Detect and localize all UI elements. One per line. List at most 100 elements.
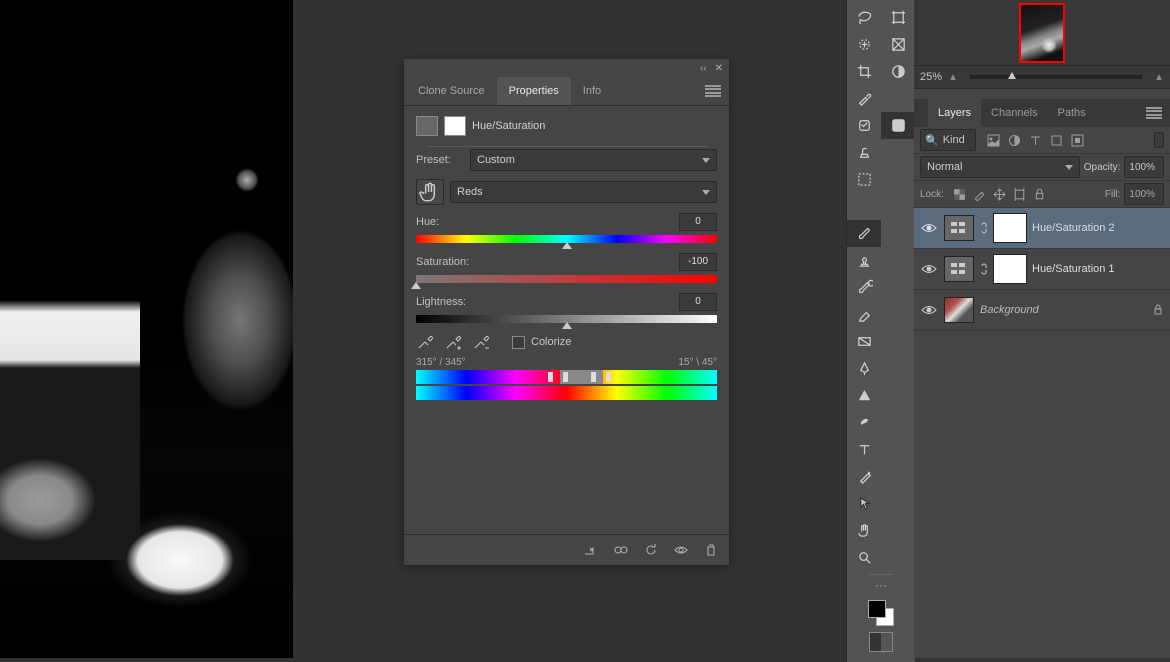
brush-tool[interactable] [847,220,881,247]
lock-transparency-icon[interactable] [952,187,967,202]
stamp-tool[interactable] [847,247,881,274]
lightness-value-input[interactable]: 0 [679,293,717,311]
clone-stamp-tool[interactable] [847,139,881,166]
marquee-tool[interactable] [847,166,881,193]
mask-icon[interactable] [444,116,466,136]
eyedropper-subtract[interactable] [472,333,490,351]
view-previous-icon[interactable] [613,542,629,558]
history-brush-tool[interactable] [847,274,881,301]
frame-tool[interactable] [881,31,915,58]
type-tool[interactable] [847,436,881,463]
tab-paths[interactable]: Paths [1048,99,1096,127]
channel-select[interactable]: Reds [450,181,717,203]
quick-mask-toggle[interactable] [869,632,893,652]
zoom-slider[interactable] [970,75,1142,79]
tab-channels[interactable]: Channels [981,99,1047,127]
toolbar-more[interactable]: ⋯ [875,578,888,594]
targeted-adjust-tool[interactable] [416,179,444,205]
hue-value-input[interactable]: 0 [679,213,717,231]
panel-menu-icon[interactable] [705,85,721,97]
saturation-slider-thumb[interactable] [411,282,421,289]
layer-row[interactable]: Background [914,290,1170,331]
visibility-toggle-icon[interactable] [920,260,938,278]
crop-tool[interactable] [847,58,881,85]
lightness-slider[interactable] [416,315,717,323]
eyedropper-add[interactable] [444,333,462,351]
layer-filter-kind[interactable]: 🔍 Kind [920,129,976,151]
adjustment-icon[interactable] [881,58,915,85]
lock-icon[interactable] [1152,304,1164,316]
navigator-panel[interactable] [914,0,1170,66]
pen-tool-alt[interactable] [847,463,881,490]
range-handle[interactable] [591,372,596,382]
tab-properties[interactable]: Properties [497,77,571,105]
color-range-bar[interactable] [416,370,717,384]
layer-filter-toggle[interactable] [1154,132,1164,148]
tab-layers[interactable]: Layers [928,99,981,127]
colorize-checkbox[interactable]: Colorize [512,336,571,349]
eraser-tool[interactable] [847,301,881,328]
layer-mask-thumb[interactable] [994,214,1026,242]
filter-shape-icon[interactable] [1049,133,1064,148]
collapsed-panel-icon[interactable] [881,112,915,139]
fill-input[interactable]: 100% [1124,183,1164,205]
zoom-tool[interactable] [847,544,881,571]
document-canvas[interactable] [0,0,293,658]
lasso-tool[interactable] [847,4,881,31]
opacity-input[interactable]: 100% [1124,156,1164,178]
hand-tool[interactable] [847,517,881,544]
saturation-slider[interactable] [416,275,717,283]
zoom-readout[interactable]: 25% [920,71,942,83]
hue-slider-thumb[interactable] [562,242,572,249]
smudge-tool[interactable] [847,409,881,436]
path-select-tool[interactable] [847,490,881,517]
zoom-slider-thumb[interactable] [1008,72,1016,79]
range-handle[interactable] [606,372,611,382]
link-mask-icon[interactable] [980,221,988,235]
clip-to-layer-icon[interactable] [583,542,599,558]
layer-row[interactable]: Hue/Saturation 1 [914,249,1170,290]
lightness-slider-thumb[interactable] [562,322,572,329]
pen-tool[interactable] [847,355,881,382]
layer-name[interactable]: Hue/Saturation 2 [1032,222,1115,234]
delete-icon[interactable] [703,542,719,558]
lock-all-icon[interactable] [1032,187,1047,202]
filter-adjust-icon[interactable] [1007,133,1022,148]
hue-slider[interactable] [416,235,717,243]
layer-name[interactable]: Hue/Saturation 1 [1032,263,1115,275]
layer-row[interactable]: Hue/Saturation 2 [914,208,1170,249]
shape-tool[interactable] [847,382,881,409]
tab-clone-source[interactable]: Clone Source [406,77,497,105]
zoom-out-icon[interactable]: ▲ [948,72,958,83]
tab-info[interactable]: Info [571,77,613,105]
layers-panel-menu-icon[interactable] [1146,107,1162,119]
panel-close-icon[interactable]: ✕ [715,63,723,74]
artboard-tool[interactable] [881,4,915,31]
gradient-tool[interactable] [847,328,881,355]
filter-smart-icon[interactable] [1070,133,1085,148]
eyedropper-set[interactable] [416,333,434,351]
reset-icon[interactable] [643,542,659,558]
layer-name[interactable]: Background [980,304,1039,316]
range-handle[interactable] [548,372,553,382]
color-swatches[interactable] [868,600,894,626]
zoom-in-icon[interactable]: ▲ [1154,72,1164,83]
blend-mode-select[interactable]: Normal [920,156,1080,178]
link-mask-icon[interactable] [980,262,988,276]
saturation-value-input[interactable]: -100 [679,253,717,271]
layer-mask-thumb[interactable] [994,255,1026,283]
toggle-visibility-icon[interactable] [673,542,689,558]
range-handle[interactable] [563,372,568,382]
visibility-toggle-icon[interactable] [920,301,938,319]
preset-select[interactable]: Custom [470,149,717,171]
lock-position-icon[interactable] [992,187,1007,202]
eyedropper-tool[interactable] [847,85,881,112]
foreground-swatch[interactable] [868,600,886,618]
lock-artboard-icon[interactable] [1012,187,1027,202]
navigator-thumbnail[interactable] [1019,3,1065,63]
healing-brush-tool[interactable] [847,112,881,139]
lock-pixels-icon[interactable] [972,187,987,202]
quick-select-tool[interactable] [847,31,881,58]
filter-type-icon[interactable] [1028,133,1043,148]
panel-collapse-icon[interactable]: ‹‹ [700,63,707,74]
